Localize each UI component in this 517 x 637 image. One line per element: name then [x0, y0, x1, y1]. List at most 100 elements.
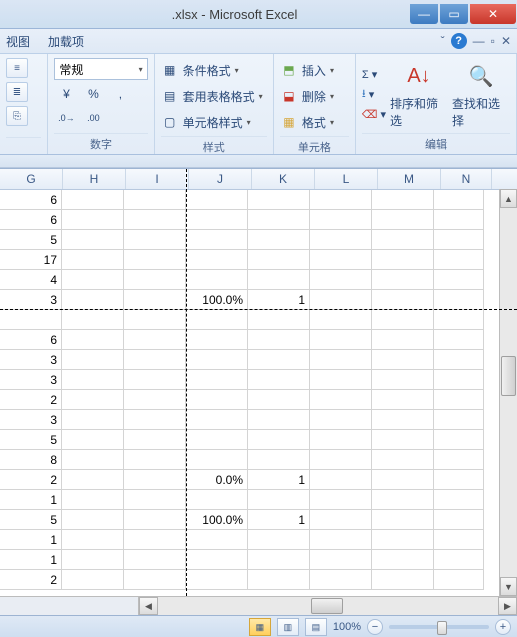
cell[interactable]: [186, 190, 248, 210]
cell[interactable]: [248, 530, 310, 550]
cell[interactable]: 5: [0, 230, 62, 250]
cell[interactable]: [186, 490, 248, 510]
scroll-left-button[interactable]: ◀: [139, 597, 158, 615]
cell[interactable]: [62, 470, 124, 490]
cell[interactable]: 3: [0, 370, 62, 390]
vscroll-track[interactable]: [500, 208, 517, 577]
cell[interactable]: [186, 430, 248, 450]
cell[interactable]: [434, 290, 484, 310]
cell[interactable]: [248, 450, 310, 470]
cell[interactable]: [62, 550, 124, 570]
cell[interactable]: 4: [0, 270, 62, 290]
help-icon[interactable]: ?: [451, 33, 467, 49]
cell[interactable]: [434, 490, 484, 510]
column-header-I[interactable]: I: [126, 169, 189, 189]
cell[interactable]: [310, 230, 372, 250]
cell[interactable]: [310, 350, 372, 370]
cell[interactable]: 1: [0, 530, 62, 550]
cell[interactable]: 5: [0, 430, 62, 450]
cell[interactable]: [186, 210, 248, 230]
cell[interactable]: [372, 450, 434, 470]
cell[interactable]: [372, 190, 434, 210]
cell[interactable]: [372, 510, 434, 530]
cell[interactable]: [124, 350, 186, 370]
cell[interactable]: [62, 530, 124, 550]
column-header-N[interactable]: N: [441, 169, 492, 189]
cell[interactable]: [310, 290, 372, 310]
format-button[interactable]: ▦ 格式 ▾: [280, 110, 349, 134]
cell[interactable]: [372, 470, 434, 490]
cell[interactable]: [310, 570, 372, 590]
cell[interactable]: 1: [248, 290, 310, 310]
cell[interactable]: [62, 190, 124, 210]
cell[interactable]: [62, 230, 124, 250]
cell[interactable]: [186, 570, 248, 590]
cell[interactable]: [310, 250, 372, 270]
cell[interactable]: 3: [0, 290, 62, 310]
merge-icon[interactable]: ⎘: [6, 106, 28, 126]
hscroll-track[interactable]: [158, 597, 498, 615]
cell[interactable]: [124, 310, 186, 330]
cell[interactable]: [124, 230, 186, 250]
cell[interactable]: [124, 270, 186, 290]
cell[interactable]: [62, 510, 124, 530]
cell[interactable]: [124, 390, 186, 410]
clear-button[interactable]: ⌫▾: [362, 108, 386, 121]
cell[interactable]: [124, 510, 186, 530]
delete-button[interactable]: ⬓ 删除 ▾: [280, 84, 349, 108]
cell[interactable]: 3: [0, 350, 62, 370]
cell[interactable]: [372, 310, 434, 330]
scroll-up-button[interactable]: ▲: [500, 189, 517, 208]
cell[interactable]: [434, 450, 484, 470]
cell[interactable]: [62, 410, 124, 430]
cell[interactable]: 3: [0, 410, 62, 430]
cell[interactable]: [124, 210, 186, 230]
insert-button[interactable]: ⬒ 插入 ▾: [280, 58, 349, 82]
cell[interactable]: [124, 290, 186, 310]
cell[interactable]: [62, 310, 124, 330]
cell[interactable]: [124, 530, 186, 550]
normal-view-button[interactable]: ▦: [249, 618, 271, 636]
cell[interactable]: 1: [248, 510, 310, 530]
cell[interactable]: [310, 430, 372, 450]
cell[interactable]: [248, 270, 310, 290]
cell[interactable]: [434, 510, 484, 530]
sort-filter-button[interactable]: A↓ 排序和筛选: [390, 61, 448, 129]
cell[interactable]: [434, 190, 484, 210]
worksheet-grid[interactable]: GHIJKLMN 6651743100.0%1633235820.0%11510…: [0, 168, 517, 596]
percent-icon[interactable]: %: [81, 84, 105, 104]
horizontal-scrollbar[interactable]: ◀ ▶: [0, 596, 517, 615]
number-format-combo[interactable]: 常规 ▾: [54, 58, 147, 80]
cell[interactable]: [434, 430, 484, 450]
cell[interactable]: [434, 250, 484, 270]
zoom-slider[interactable]: [389, 625, 489, 629]
column-header-J[interactable]: J: [189, 169, 252, 189]
close-button[interactable]: ✕: [470, 4, 516, 24]
cell[interactable]: [372, 330, 434, 350]
cell[interactable]: [248, 430, 310, 450]
cell[interactable]: 1: [0, 550, 62, 570]
cell[interactable]: [434, 230, 484, 250]
cell[interactable]: [124, 370, 186, 390]
cell[interactable]: [124, 250, 186, 270]
cell[interactable]: [186, 350, 248, 370]
cell[interactable]: [186, 450, 248, 470]
cell[interactable]: [124, 470, 186, 490]
increase-decimal-icon[interactable]: .0→: [54, 108, 78, 128]
scroll-right-button[interactable]: ▶: [498, 597, 517, 615]
cell[interactable]: 6: [0, 210, 62, 230]
cell[interactable]: [310, 190, 372, 210]
cell[interactable]: [248, 210, 310, 230]
cell[interactable]: [434, 550, 484, 570]
cell[interactable]: [434, 350, 484, 370]
column-header-G[interactable]: G: [0, 169, 63, 189]
cell[interactable]: [310, 330, 372, 350]
find-select-button[interactable]: 🔍 查找和选择: [452, 61, 510, 129]
comma-icon[interactable]: ,: [108, 84, 132, 104]
cell[interactable]: [248, 570, 310, 590]
cell[interactable]: [372, 350, 434, 370]
cell[interactable]: [62, 250, 124, 270]
autosum-button[interactable]: Σ▾: [362, 68, 377, 81]
cell[interactable]: [372, 490, 434, 510]
cell[interactable]: [186, 390, 248, 410]
